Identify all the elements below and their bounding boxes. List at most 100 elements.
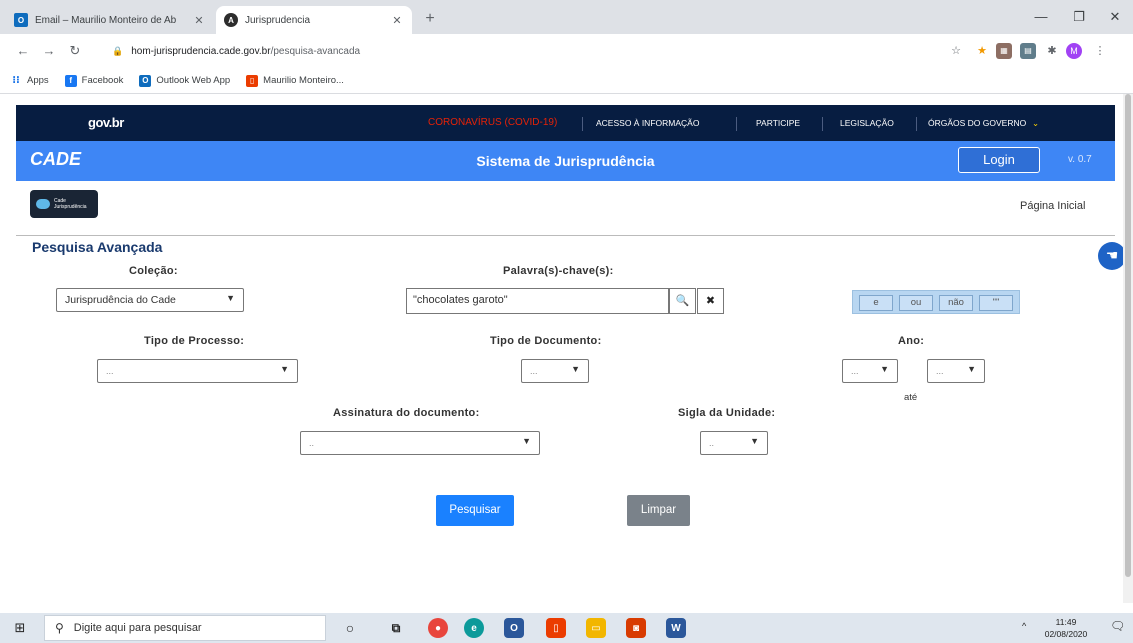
operator-or-button[interactable]: ou xyxy=(899,295,933,311)
search-icon: ⚲ xyxy=(55,621,64,635)
notifications-icon[interactable]: 🗨 xyxy=(1110,619,1125,633)
profile-avatar[interactable]: M xyxy=(1066,43,1082,59)
taskbar-search-placeholder: Digite aqui para pesquisar xyxy=(73,622,202,634)
minimize-icon[interactable]: — xyxy=(1022,6,1060,30)
address-bar[interactable]: 🔒 hom-jurisprudencia.cade.gov.br /pesqui… xyxy=(96,39,976,63)
separator xyxy=(582,117,583,131)
scrollbar-thumb[interactable] xyxy=(1125,94,1131,577)
gov-link-legislacao[interactable]: LEGISLAÇÃO xyxy=(840,118,894,128)
close-icon[interactable]: ✕ xyxy=(192,14,206,27)
cade-jurisprudencia-logo[interactable]: Cade Jurisprudência xyxy=(30,190,98,218)
reload-icon[interactable]: ↻ xyxy=(66,42,84,60)
tab-title: Jurisprudencia xyxy=(245,14,311,26)
login-button[interactable]: Login xyxy=(958,147,1040,173)
bookmark-office[interactable]: ▯ Maurilio Monteiro... xyxy=(246,74,344,87)
operator-and-button[interactable]: e xyxy=(859,295,893,311)
gov-logo[interactable]: gov.br xyxy=(88,115,124,130)
tipo-processo-label: Tipo de Processo: xyxy=(144,335,245,347)
extension-icon[interactable]: ▦ xyxy=(996,43,1012,59)
extension-star-icon[interactable]: ★ xyxy=(974,43,990,59)
file-explorer-icon[interactable]: ▭ xyxy=(586,618,606,638)
app-icon[interactable]: ◙ xyxy=(626,618,646,638)
page-title: Pesquisa Avançada xyxy=(32,239,163,255)
search-icon[interactable]: 🔍 xyxy=(669,288,696,314)
gov-link-acesso[interactable]: ACESSO À INFORMAÇÃO xyxy=(596,118,699,128)
facebook-icon: f xyxy=(64,74,77,87)
clear-button[interactable]: Limpar xyxy=(627,495,690,526)
kebab-menu-icon[interactable]: ⋮ xyxy=(1092,43,1108,59)
star-icon[interactable]: ☆ xyxy=(948,43,964,59)
chevron-down-icon: ▼ xyxy=(522,436,531,446)
bookmark-facebook[interactable]: f Facebook xyxy=(64,74,123,87)
taskbar-search[interactable]: ⚲ Digite aqui para pesquisar xyxy=(44,615,326,641)
word-icon[interactable]: W xyxy=(666,618,686,638)
colecao-select[interactable]: Jurisprudência do Cade ▼ xyxy=(56,288,244,312)
bookmarks-bar: ⁝⁝ Apps f Facebook O Outlook Web App ▯ M… xyxy=(0,68,1133,94)
outlook-icon: O xyxy=(14,13,28,27)
puzzle-icon[interactable]: ✱ xyxy=(1044,43,1060,59)
maximize-icon[interactable]: ❐ xyxy=(1060,6,1098,30)
operator-not-button[interactable]: não xyxy=(939,295,973,311)
accessibility-hand-icon[interactable]: ☚ xyxy=(1098,242,1126,270)
logo-line2: Jurisprudência xyxy=(54,204,87,210)
office-icon[interactable]: ▯ xyxy=(546,618,566,638)
edge-icon[interactable]: e xyxy=(464,618,484,638)
outlook-icon[interactable]: O xyxy=(504,618,524,638)
chevron-down-icon: ▼ xyxy=(880,364,889,374)
separator xyxy=(736,117,737,131)
operator-group: e ou não "" xyxy=(852,290,1020,314)
chevron-down-icon: ▼ xyxy=(750,436,759,446)
chevron-up-icon[interactable]: ^ xyxy=(1022,621,1026,631)
taskbar-clock[interactable]: 11:49 02/08/2020 xyxy=(1038,616,1094,640)
bookmark-outlook[interactable]: O Outlook Web App xyxy=(139,74,230,87)
sigla-select[interactable]: .. ▼ xyxy=(700,431,768,455)
gov-link-participe[interactable]: PARTICIPE xyxy=(756,118,800,128)
tipo-documento-value: ... xyxy=(530,366,538,376)
forward-arrow-icon[interactable]: → xyxy=(40,42,58,60)
assinatura-label: Assinatura do documento: xyxy=(333,407,480,419)
back-arrow-icon[interactable]: ← xyxy=(14,42,32,60)
ano-from-value: ... xyxy=(851,366,859,376)
chevron-down-icon: ▼ xyxy=(226,293,235,303)
vertical-scrollbar[interactable] xyxy=(1123,94,1133,603)
url-host: hom-jurisprudencia.cade.gov.br xyxy=(131,45,271,57)
clear-x-icon[interactable]: ✖ xyxy=(697,288,724,314)
gov-header: gov.br CORONAVÍRUS (COVID-19) ACESSO À I… xyxy=(16,105,1115,141)
apps-grid-icon: ⁝⁝ xyxy=(12,75,20,86)
chat-bubble-icon xyxy=(36,199,50,209)
windows-start-icon[interactable]: ⊞ xyxy=(0,613,40,643)
gov-link-orgaos[interactable]: ÓRGÃOS DO GOVERNO xyxy=(928,118,1026,128)
clock-time: 11:49 xyxy=(1055,617,1077,627)
close-icon[interactable]: ✕ xyxy=(390,14,404,27)
bookmark-apps[interactable]: ⁝⁝ Apps xyxy=(10,75,48,87)
tab-jurisprudencia[interactable]: A Jurisprudencia ✕ xyxy=(216,6,412,34)
chevron-down-icon: ▼ xyxy=(280,364,289,374)
tipo-processo-select[interactable]: ... ▼ xyxy=(97,359,298,383)
operator-quotes-button[interactable]: "" xyxy=(979,295,1013,311)
extension-icon[interactable]: ▤ xyxy=(1020,43,1036,59)
tipo-documento-label: Tipo de Documento: xyxy=(490,335,602,347)
task-view-icon[interactable]: ⧉ xyxy=(386,618,406,638)
sigla-label: Sigla da Unidade: xyxy=(678,407,776,419)
ano-to-select[interactable]: ... ▼ xyxy=(927,359,985,383)
outlook-icon: O xyxy=(139,74,152,87)
ano-from-select[interactable]: ... ▼ xyxy=(842,359,898,383)
new-tab-icon[interactable]: + xyxy=(420,10,440,30)
tipo-documento-select[interactable]: ... ▼ xyxy=(521,359,589,383)
cortana-icon[interactable]: ○ xyxy=(340,618,360,638)
assinatura-select[interactable]: .. ▼ xyxy=(300,431,540,455)
ano-to-value: ... xyxy=(936,366,944,376)
lock-icon: 🔒 xyxy=(112,45,124,56)
chevron-down-icon: ▼ xyxy=(571,364,580,374)
version-label: v. 0.7 xyxy=(1068,154,1092,165)
keywords-input[interactable]: "chocolates garoto" xyxy=(406,288,669,314)
home-link[interactable]: Página Inicial xyxy=(1020,200,1085,212)
url-path: /pesquisa-avancada xyxy=(270,45,361,57)
windows-taskbar: ⊞ ⚲ Digite aqui para pesquisar ○ ⧉ ● e O… xyxy=(0,613,1133,643)
window-close-icon[interactable]: ✕ xyxy=(1096,6,1133,30)
chrome-icon[interactable]: ● xyxy=(428,618,448,638)
chevron-down-icon[interactable]: ⌄ xyxy=(1032,118,1039,129)
tab-email[interactable]: O Email – Maurilio Monteiro de Ab ✕ xyxy=(6,6,214,34)
search-button[interactable]: Pesquisar xyxy=(436,495,514,526)
gov-link-covid[interactable]: CORONAVÍRUS (COVID-19) xyxy=(428,117,557,128)
